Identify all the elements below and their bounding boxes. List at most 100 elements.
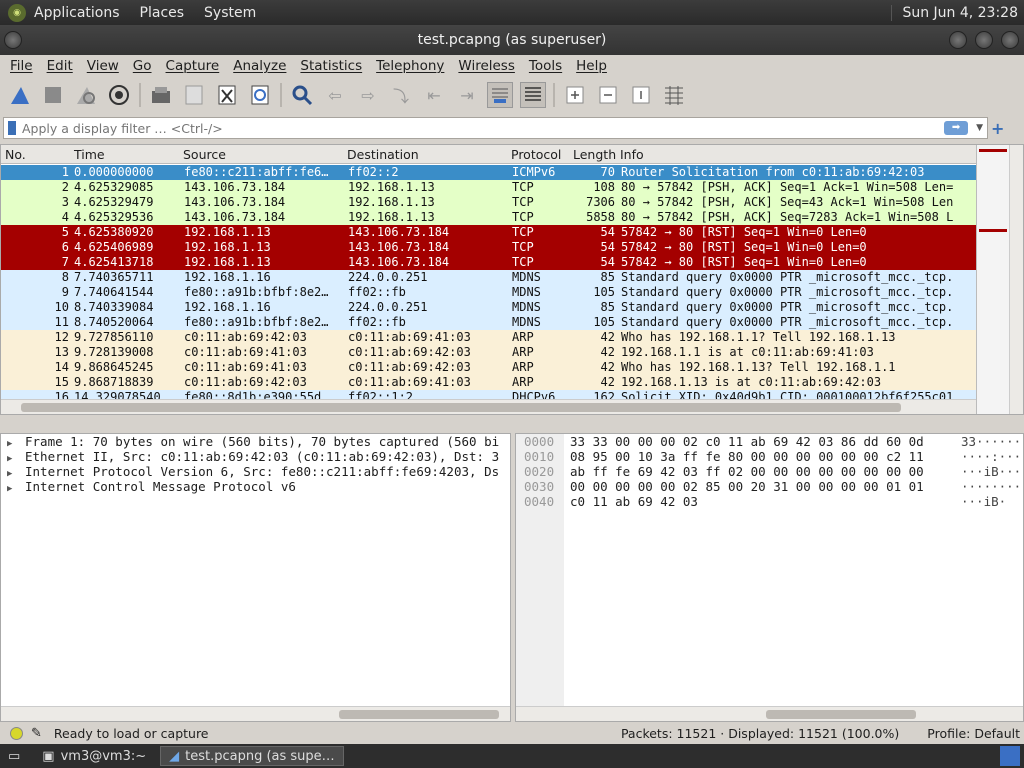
panel-clock[interactable]: Sun Jun 4, 23:28 — [891, 4, 1018, 21]
packet-row[interactable]: 3 4.625329479 143.106.73.184 192.168.1.13 TC… — [1, 195, 976, 210]
expand-arrow-icon[interactable]: ▶ — [7, 482, 25, 494]
packet-cell-no: 1 — [61, 165, 69, 179]
panel-menu-applications[interactable]: Applications — [34, 5, 120, 21]
add-filter-button-icon[interactable]: + — [991, 119, 1004, 138]
packet-cell-len: 5858 — [586, 210, 615, 224]
column-header-source[interactable]: Source — [183, 147, 226, 162]
stop-capture-icon[interactable] — [40, 82, 66, 108]
packet-cell-no: 3 — [61, 195, 69, 209]
packet-row[interactable]: 14 9.868645245 c0:11:ab:69:41:03 c0:11:ab:6… — [1, 360, 976, 375]
packet-row[interactable]: 2 4.625329085 143.106.73.184 192.168.1.13 TC… — [1, 180, 976, 195]
column-header-no[interactable]: No. — [5, 147, 26, 162]
capture-options-icon[interactable] — [106, 82, 132, 108]
packet-cell-dst: 143.106.73.184 — [348, 255, 450, 269]
menu-view[interactable]: View — [87, 58, 119, 74]
last-packet-icon[interactable]: ⇥ — [454, 82, 480, 108]
menu-analyze[interactable]: Analyze — [233, 58, 286, 74]
reload-file-icon[interactable] — [247, 82, 273, 108]
save-file-icon[interactable] — [181, 82, 207, 108]
panel-menu-places[interactable]: Places — [140, 5, 185, 21]
show-desktop-icon[interactable]: ▭ — [0, 746, 28, 766]
resize-columns-icon[interactable] — [661, 82, 687, 108]
packet-row[interactable]: 4 4.625329536 143.106.73.184 192.168.1.13 TC… — [1, 210, 976, 225]
colorize-icon[interactable] — [520, 82, 546, 108]
detail-row-ipv6[interactable]: ▶ Internet Protocol Version 6, Src: fe80:… — [1, 464, 510, 479]
close-icon[interactable] — [1001, 31, 1019, 49]
details-horizontal-scrollbar[interactable] — [1, 706, 510, 721]
window-titlebar[interactable]: test.pcapng (as superuser) — [0, 25, 1024, 55]
detail-row-icmpv6[interactable]: ▶ Internet Control Message Protocol v6 — [1, 479, 510, 494]
go-forward-icon[interactable]: ⇨ — [355, 82, 381, 108]
packet-list-horizontal-scrollbar[interactable] — [1, 399, 976, 414]
find-packet-icon[interactable] — [289, 82, 315, 108]
packet-cell-dst: ff02::fb — [348, 285, 406, 299]
expand-arrow-icon[interactable]: ▶ — [7, 467, 25, 479]
restart-capture-icon[interactable] — [73, 82, 99, 108]
distro-logo-icon[interactable]: ◉ — [8, 3, 26, 22]
menu-go[interactable]: Go — [133, 58, 152, 74]
first-packet-icon[interactable]: ⇤ — [421, 82, 447, 108]
packet-row[interactable]: 10 8.740339084 192.168.1.16 224.0.0.251 MDNS… — [1, 300, 976, 315]
menu-tools[interactable]: Tools — [529, 58, 562, 74]
packet-cell-proto: ARP — [512, 345, 534, 359]
zoom-out-icon[interactable] — [595, 82, 621, 108]
status-profile[interactable]: Profile: Default — [927, 726, 1020, 741]
menu-edit[interactable]: Edit — [47, 58, 73, 74]
bookmark-icon[interactable] — [8, 121, 16, 135]
open-file-icon[interactable] — [148, 82, 174, 108]
taskbar-item-terminal[interactable]: ▣ vm3@vm3:~ — [34, 746, 154, 766]
detail-row-frame[interactable]: ▶ Frame 1: 70 bytes on wire (560 bits), 7… — [1, 434, 510, 449]
menu-capture[interactable]: Capture — [166, 58, 220, 74]
packet-rows: 1 0.000000000 fe80::c211:abff:fe6… ff02::2 I… — [1, 165, 976, 414]
expert-info-icon[interactable] — [10, 727, 23, 740]
column-header-info[interactable]: Info — [620, 147, 644, 162]
column-header-destination[interactable]: Destination — [347, 147, 419, 162]
packet-row[interactable]: 7 4.625413718 192.168.1.13 143.106.73.184 TC… — [1, 255, 976, 270]
capture-comment-icon[interactable]: ✎ — [31, 726, 42, 741]
packet-minimap[interactable] — [976, 145, 1009, 414]
start-capture-icon[interactable] — [7, 82, 33, 108]
bytes-row[interactable]: 0020 ab ff fe 69 42 03 ff 02 00 00 00 00 … — [516, 464, 1023, 479]
packet-row[interactable]: 15 9.868718839 c0:11:ab:69:42:03 c0:11:ab:6… — [1, 375, 976, 390]
packet-row[interactable]: 12 9.727856110 c0:11:ab:69:42:03 c0:11:ab:6… — [1, 330, 976, 345]
display-filter-input[interactable] — [22, 120, 945, 136]
apply-filter-icon[interactable]: ➡ — [944, 121, 969, 135]
packet-row[interactable]: 8 7.740365711 192.168.1.16 224.0.0.251 MDNS 8… — [1, 270, 976, 285]
expand-arrow-icon[interactable]: ▶ — [7, 437, 25, 449]
bytes-row[interactable]: 0010 08 95 00 10 3a ff fe 80 00 00 00 00 … — [516, 449, 1023, 464]
menu-help[interactable]: Help — [576, 58, 607, 74]
zoom-in-icon[interactable] — [562, 82, 588, 108]
minimize-icon[interactable] — [949, 31, 967, 49]
menu-statistics[interactable]: Statistics — [300, 58, 362, 74]
panel-menu-system[interactable]: System — [204, 5, 256, 21]
detail-row-ethernet[interactable]: ▶ Ethernet II, Src: c0:11:ab:69:42:03 (c0… — [1, 449, 510, 464]
menu-telephony[interactable]: Telephony — [376, 58, 444, 74]
expand-arrow-icon[interactable]: ▶ — [7, 452, 25, 464]
menu-file[interactable]: File — [10, 58, 33, 74]
bytes-row[interactable]: 0000 33 33 00 00 00 02 c0 11 ab 69 42 03 … — [516, 434, 1023, 449]
packet-row[interactable]: 9 7.740641544 fe80::a91b:bfbf:8e2… ff02::fb… — [1, 285, 976, 300]
bytes-row[interactable]: 0040 c0 11 ab 69 42 03 ···iB· — [516, 494, 1023, 509]
bytes-horizontal-scrollbar[interactable] — [516, 706, 1023, 721]
menu-wireless[interactable]: Wireless — [458, 58, 515, 74]
packet-list-vertical-scrollbar[interactable] — [1009, 145, 1023, 414]
packet-row[interactable]: 5 4.625380920 192.168.1.13 143.106.73.184 TC… — [1, 225, 976, 240]
packet-row[interactable]: 6 4.625406989 192.168.1.13 143.106.73.184 TC… — [1, 240, 976, 255]
taskbar-item-wireshark[interactable]: ◢ test.pcapng (as supe… — [160, 746, 344, 766]
bytes-row[interactable]: 0030 00 00 00 00 00 02 85 00 20 31 00 00 … — [516, 479, 1023, 494]
filter-history-chevron-down-icon[interactable]: ▼ — [976, 123, 983, 133]
maximize-icon[interactable] — [975, 31, 993, 49]
column-header-length[interactable]: Length — [573, 147, 616, 162]
workspace-switcher-icon[interactable] — [1000, 746, 1020, 766]
packet-row[interactable]: 11 8.740520064 fe80::a91b:bfbf:8e2… ff02::f… — [1, 315, 976, 330]
window-menu-icon[interactable] — [4, 31, 22, 49]
packet-row[interactable]: 13 9.728139008 c0:11:ab:69:41:03 c0:11:ab:6… — [1, 345, 976, 360]
close-file-icon[interactable] — [214, 82, 240, 108]
go-to-packet-icon[interactable]: ⤵ — [388, 82, 414, 108]
normal-size-icon[interactable] — [628, 82, 654, 108]
autoscroll-icon[interactable] — [487, 82, 513, 108]
packet-row[interactable]: 1 0.000000000 fe80::c211:abff:fe6… ff02::2 I… — [1, 165, 976, 180]
column-header-time[interactable]: Time — [74, 147, 105, 162]
column-header-protocol[interactable]: Protocol — [511, 147, 561, 162]
go-back-icon[interactable]: ⇦ — [322, 82, 348, 108]
